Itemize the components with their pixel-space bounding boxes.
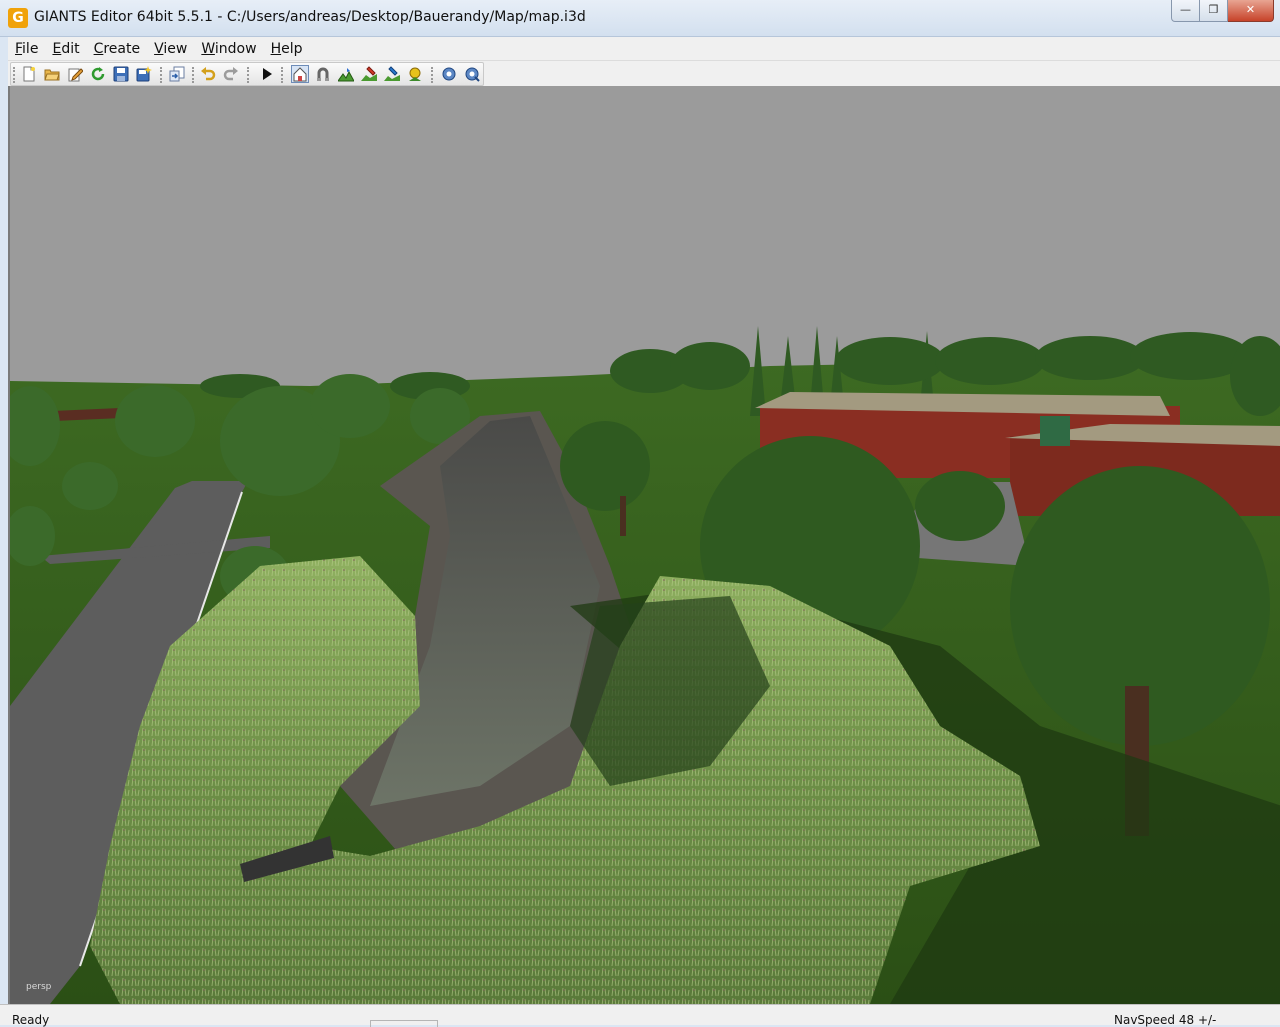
camera-label: persp bbox=[26, 982, 52, 992]
menu-edit[interactable]: Edit bbox=[45, 41, 86, 57]
select-home-icon[interactable] bbox=[291, 65, 309, 83]
toolbar-grip[interactable] bbox=[13, 67, 17, 83]
status-bar: Ready NavSpeed 48 +/- bbox=[0, 1004, 1280, 1027]
menu-edit-accesskey: E bbox=[52, 40, 62, 57]
title-bar: G GIANTS Editor 64bit 5.5.1 - C:/Users/a… bbox=[0, 0, 1280, 37]
foliage-paint-icon[interactable] bbox=[384, 66, 400, 82]
menu-edit-label: dit bbox=[61, 40, 80, 57]
menu-help-accesskey: H bbox=[270, 40, 282, 57]
menu-create[interactable]: Create bbox=[87, 41, 148, 57]
new-file-icon[interactable] bbox=[21, 66, 37, 82]
window-left-border bbox=[0, 60, 8, 1004]
toolbar-grip[interactable] bbox=[431, 67, 435, 83]
save-as-icon[interactable] bbox=[136, 66, 152, 82]
menu-file[interactable]: File bbox=[8, 41, 45, 57]
nav-speed-indicator: NavSpeed 48 +/- bbox=[1114, 1013, 1217, 1027]
window-title: GIANTS Editor 64bit 5.5.1 - C:/Users/and… bbox=[34, 9, 586, 25]
menu-help-label: elp bbox=[281, 40, 303, 57]
toolbar-strip bbox=[10, 62, 484, 86]
toolbar bbox=[8, 61, 1280, 87]
menu-create-accesskey: C bbox=[93, 40, 104, 57]
terrain-sculpt-icon[interactable] bbox=[338, 66, 354, 82]
menu-file-accesskey: F bbox=[15, 40, 23, 57]
toolbar-grip[interactable] bbox=[281, 67, 285, 83]
menu-window-accesskey: W bbox=[201, 40, 215, 57]
settings-icon[interactable] bbox=[441, 66, 457, 82]
edit-icon[interactable] bbox=[67, 66, 83, 82]
menu-create-label: reate bbox=[103, 40, 141, 57]
save-icon[interactable] bbox=[113, 66, 129, 82]
place-object-icon[interactable] bbox=[407, 66, 423, 82]
toolbar-grip[interactable] bbox=[160, 67, 164, 83]
menu-view[interactable]: View bbox=[147, 41, 194, 57]
open-folder-icon[interactable] bbox=[44, 66, 60, 82]
terrain-paint-icon[interactable] bbox=[361, 66, 377, 82]
menu-view-accesskey: V bbox=[154, 40, 164, 57]
undo-icon[interactable] bbox=[200, 66, 216, 82]
menu-help[interactable]: Help bbox=[264, 41, 310, 57]
menu-file-label: ile bbox=[22, 40, 39, 57]
magnet-icon[interactable] bbox=[315, 66, 331, 82]
settings-advanced-icon[interactable] bbox=[464, 66, 480, 82]
menu-window-label: indow bbox=[214, 40, 257, 57]
giants-logo-icon: G bbox=[8, 8, 28, 28]
refresh-icon[interactable] bbox=[90, 66, 106, 82]
minimize-button[interactable]: — bbox=[1171, 0, 1200, 22]
toolbar-grip[interactable] bbox=[247, 67, 251, 83]
window-controls: — ❐ ✕ bbox=[1171, 0, 1274, 22]
status-text: Ready bbox=[12, 1013, 50, 1027]
menu-window[interactable]: Window bbox=[194, 41, 263, 57]
menu-bar: File Edit Create View Window Help bbox=[8, 37, 1280, 61]
close-button[interactable]: ✕ bbox=[1228, 0, 1274, 22]
redo-icon[interactable] bbox=[223, 66, 239, 82]
import-icon[interactable] bbox=[169, 66, 185, 82]
play-icon[interactable] bbox=[259, 66, 275, 82]
3d-viewport[interactable]: persp bbox=[8, 86, 1280, 1004]
toolbar-grip[interactable] bbox=[192, 67, 196, 83]
menu-view-label: iew bbox=[163, 40, 188, 57]
scene-render bbox=[10, 86, 1280, 1004]
maximize-button[interactable]: ❐ bbox=[1200, 0, 1228, 22]
